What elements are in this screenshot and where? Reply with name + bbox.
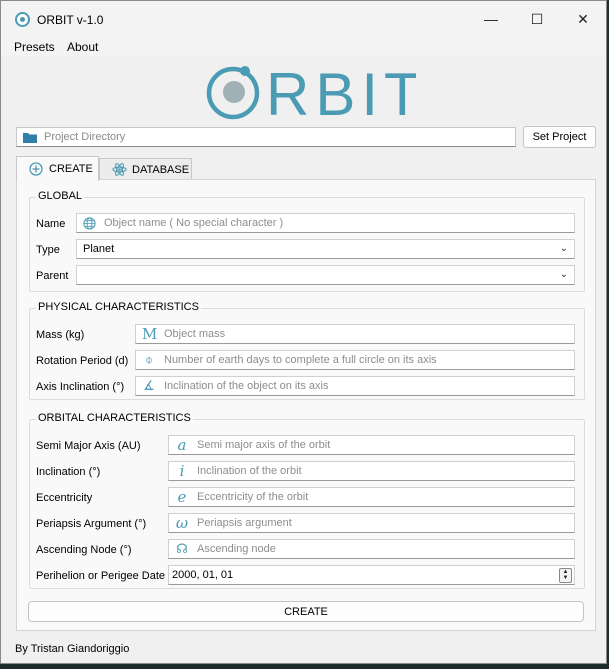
date-spinner[interactable]: ▲ ▼ xyxy=(559,568,572,583)
type-select[interactable]: Planet ⌄ xyxy=(76,239,575,259)
menu-bar: Presets About xyxy=(1,37,606,57)
mass-placeholder: Object mass xyxy=(164,328,226,340)
globe-icon xyxy=(83,216,96,230)
mass-label: Mass (kg) xyxy=(36,329,85,341)
app-window: ORBIT v-1.0 — ☐ ✕ Presets About RBIT Pro… xyxy=(0,0,607,664)
sma-placeholder: Semi major axis of the orbit xyxy=(197,439,331,451)
project-directory-field[interactable]: Project Directory xyxy=(16,127,516,147)
footer-author: By Tristan Giandoriggio xyxy=(15,643,130,655)
tab-create[interactable]: CREATE xyxy=(16,156,99,181)
inclination-label: Inclination (°) xyxy=(36,466,101,478)
inclination-placeholder: Inclination of the orbit xyxy=(197,465,302,477)
menu-about[interactable]: About xyxy=(67,40,98,54)
orbit-logo: RBIT xyxy=(206,63,416,123)
i-icon: i xyxy=(179,461,185,480)
rotation-axis-icon: ⌽ xyxy=(145,352,153,368)
app-logo-icon xyxy=(15,12,30,27)
chevron-down-icon: ⌄ xyxy=(559,243,568,254)
rotation-label: Rotation Period (d) xyxy=(36,355,129,367)
eccentricity-label: Eccentricity xyxy=(36,492,93,504)
node-placeholder: Ascending node xyxy=(197,543,276,555)
name-placeholder: Object name ( No special character ) xyxy=(104,217,284,229)
omega-icon: ω xyxy=(175,513,189,532)
axis-label: Axis Inclination (°) xyxy=(36,381,125,393)
date-input[interactable]: 2000, 01, 01 ▲ ▼ xyxy=(168,565,575,585)
global-group: GLOBAL Name Object name ( No special cha… xyxy=(29,190,585,292)
name-label: Name xyxy=(36,218,66,230)
eccentricity-input[interactable]: e Eccentricity of the orbit xyxy=(168,487,575,507)
orbital-group-title: ORBITAL CHARACTERISTICS xyxy=(36,412,193,424)
ascending-node-icon: ☊ xyxy=(176,541,188,557)
create-tab-pane: GLOBAL Name Object name ( No special cha… xyxy=(16,179,596,631)
chevron-down-icon: ⌄ xyxy=(559,269,568,280)
periapsis-input[interactable]: ω Periapsis argument xyxy=(168,513,575,533)
title-bar: ORBIT v-1.0 — ☐ ✕ xyxy=(1,1,606,37)
minimize-button[interactable]: — xyxy=(468,1,514,37)
set-project-button[interactable]: Set Project xyxy=(523,126,596,148)
mass-input[interactable]: M Object mass xyxy=(135,324,575,344)
orbital-group: ORBITAL CHARACTERISTICS Semi Major Axis … xyxy=(29,412,585,589)
atom-icon xyxy=(112,163,127,176)
spin-down-icon[interactable]: ▼ xyxy=(560,575,571,581)
node-label: Ascending Node (°) xyxy=(36,544,132,556)
eccentricity-placeholder: Eccentricity of the orbit xyxy=(197,491,309,503)
folder-icon xyxy=(23,132,37,143)
menu-presets[interactable]: Presets xyxy=(14,40,55,54)
tab-database-label: DATABASE xyxy=(132,163,190,176)
window-title: ORBIT v-1.0 xyxy=(37,13,104,27)
physical-group: PHYSICAL CHARACTERISTICS Mass (kg) M Obj… xyxy=(29,301,585,400)
axis-placeholder: Inclination of the object on its axis xyxy=(164,380,329,392)
date-value: 2000, 01, 01 xyxy=(172,569,234,581)
rotation-placeholder: Number of earth days to complete a full … xyxy=(164,354,437,366)
angle-icon: ∡ xyxy=(143,378,155,394)
global-group-title: GLOBAL xyxy=(36,190,85,202)
plus-circle-icon xyxy=(29,162,43,176)
close-button[interactable]: ✕ xyxy=(560,1,606,37)
name-input[interactable]: Object name ( No special character ) xyxy=(76,213,575,233)
periapsis-label: Periapsis Argument (°) xyxy=(36,518,147,530)
periapsis-placeholder: Periapsis argument xyxy=(197,517,292,529)
sma-input[interactable]: a Semi major axis of the orbit xyxy=(168,435,575,455)
e-icon: e xyxy=(177,487,187,506)
create-button[interactable]: CREATE xyxy=(28,601,584,622)
maximize-button[interactable]: ☐ xyxy=(514,1,560,37)
inclination-input[interactable]: i Inclination of the orbit xyxy=(168,461,575,481)
date-label: Perihelion or Perigee Date xyxy=(36,570,166,582)
type-label: Type xyxy=(36,244,60,256)
axis-input[interactable]: ∡ Inclination of the object on its axis xyxy=(135,376,575,396)
tab-database[interactable]: DATABASE xyxy=(99,158,192,180)
sma-label: Semi Major Axis (AU) xyxy=(36,440,141,452)
tab-create-label: CREATE xyxy=(49,163,93,175)
mass-m-icon: M xyxy=(142,324,158,343)
parent-select[interactable]: ⌄ xyxy=(76,265,575,285)
project-directory-placeholder: Project Directory xyxy=(44,131,126,143)
rotation-input[interactable]: ⌽ Number of earth days to complete a ful… xyxy=(135,350,575,370)
a-icon: a xyxy=(177,435,187,454)
parent-label: Parent xyxy=(36,270,69,282)
node-input[interactable]: ☊ Ascending node xyxy=(168,539,575,559)
type-value: Planet xyxy=(83,243,115,255)
physical-group-title: PHYSICAL CHARACTERISTICS xyxy=(36,301,201,313)
svg-text:RBIT: RBIT xyxy=(266,63,416,123)
